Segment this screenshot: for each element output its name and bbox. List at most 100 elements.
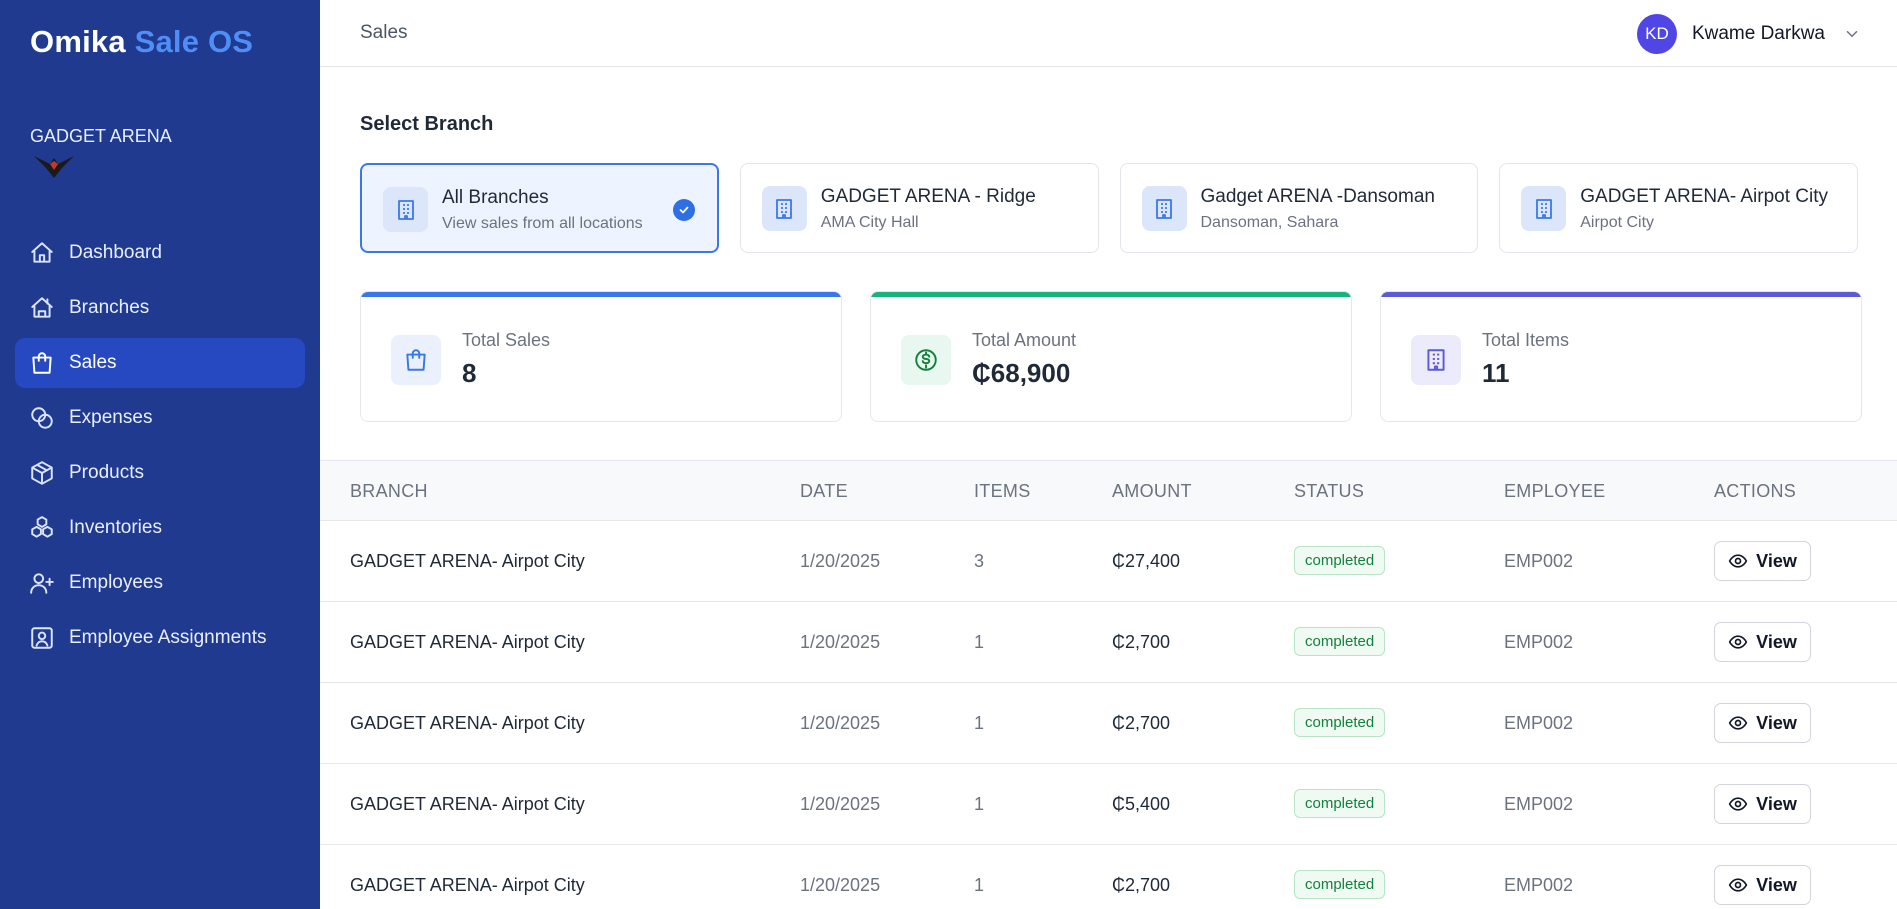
org-logo bbox=[34, 156, 74, 178]
sidebar-item-products[interactable]: Products bbox=[15, 448, 305, 498]
branch-name: Gadget ARENA -Dansoman bbox=[1200, 186, 1435, 207]
sidebar-item-branches[interactable]: Branches bbox=[15, 283, 305, 333]
branch-name: GADGET ARENA- Airpot City bbox=[1580, 186, 1829, 207]
column-header-actions: ACTIONS bbox=[1714, 481, 1797, 501]
cell-employee: EMP002 bbox=[1504, 875, 1574, 895]
cell-employee: EMP002 bbox=[1504, 713, 1574, 733]
cell-amount: ₵2,700 bbox=[1112, 875, 1171, 895]
stat-accent-bar bbox=[1381, 292, 1861, 297]
org-name: GADGET ARENA bbox=[30, 126, 172, 146]
eye-icon bbox=[1728, 554, 1748, 568]
status-badge: completed bbox=[1294, 708, 1386, 737]
column-header-status[interactable]: STATUS bbox=[1294, 481, 1364, 502]
column-header-items[interactable]: ITEMS bbox=[974, 481, 1031, 502]
shopping-bag-icon bbox=[32, 352, 52, 374]
check-icon bbox=[672, 199, 695, 221]
sidebar-item-dashboard[interactable]: Dashboard bbox=[15, 228, 305, 278]
sidebar: Omika Sale OS GADGET ARENA Dashboard Bra… bbox=[0, 0, 320, 909]
sidebar-item-inventories[interactable]: Inventories bbox=[15, 503, 305, 553]
stat-label: Total Items bbox=[1482, 330, 1570, 350]
cell-branch: GADGET ARENA- Airpot City bbox=[350, 794, 585, 814]
eye-icon bbox=[1728, 797, 1748, 811]
cell-items: 1 bbox=[974, 875, 985, 895]
cell-date: 1/20/2025 bbox=[800, 551, 881, 571]
cell-date: 1/20/2025 bbox=[800, 794, 881, 814]
view-button[interactable]: View bbox=[1714, 784, 1811, 824]
eye-icon bbox=[1728, 635, 1748, 649]
dollar-circle-icon bbox=[901, 335, 951, 385]
sidebar-item-label: Employee Assignments bbox=[69, 627, 267, 648]
cell-items: 1 bbox=[974, 632, 985, 652]
sidebar-item-label: Sales bbox=[69, 352, 117, 373]
column-header-date[interactable]: DATE bbox=[800, 481, 848, 502]
column-header-amount[interactable]: AMOUNT bbox=[1112, 481, 1192, 502]
view-button[interactable]: View bbox=[1714, 541, 1811, 581]
view-button[interactable]: View bbox=[1714, 622, 1811, 662]
cell-amount: ₵27,400 bbox=[1112, 551, 1181, 571]
table-row: GADGET ARENA- Airpot City 1/20/2025 1 ₵2… bbox=[320, 602, 1897, 683]
cell-employee: EMP002 bbox=[1504, 632, 1574, 652]
stat-accent-bar bbox=[361, 292, 841, 297]
sidebar-item-employees[interactable]: Employees bbox=[15, 558, 305, 608]
stat-card-total-sales: Total Sales 8 bbox=[360, 291, 842, 422]
sidebar-item-label: Employees bbox=[69, 572, 163, 593]
cell-items: 3 bbox=[974, 551, 985, 571]
boxes-icon bbox=[31, 516, 53, 538]
building-icon bbox=[383, 187, 428, 232]
view-button-label: View bbox=[1756, 712, 1797, 733]
cell-date: 1/20/2025 bbox=[800, 632, 881, 652]
view-button[interactable]: View bbox=[1714, 703, 1811, 743]
chevron-down-icon bbox=[1846, 31, 1858, 38]
coins-icon bbox=[31, 407, 53, 429]
sidebar-item-sales[interactable]: Sales bbox=[15, 338, 305, 388]
branch-selector: All Branches View sales from all locatio… bbox=[360, 163, 1858, 253]
stat-label: Total Amount bbox=[972, 330, 1077, 350]
sidebar-item-label: Expenses bbox=[69, 407, 153, 428]
stat-accent-bar bbox=[871, 292, 1351, 297]
home-icon bbox=[31, 242, 53, 263]
view-button-label: View bbox=[1756, 550, 1797, 571]
breadcrumb: Sales bbox=[360, 22, 408, 43]
cell-employee: EMP002 bbox=[1504, 794, 1574, 814]
top-header: Sales KD Kwame Darkwa bbox=[320, 0, 1897, 67]
sidebar-item-expenses[interactable]: Expenses bbox=[15, 393, 305, 443]
user-menu[interactable]: KD Kwame Darkwa bbox=[1636, 14, 1861, 54]
branch-location: Airpot City bbox=[1580, 214, 1655, 231]
select-branch-title: Select Branch bbox=[360, 113, 494, 135]
cell-amount: ₵5,400 bbox=[1112, 794, 1171, 814]
table-header: BRANCH DATE ITEMS AMOUNT STATUS EMPLOYEE… bbox=[320, 460, 1897, 521]
branch-location: AMA City Hall bbox=[820, 214, 919, 231]
building-icon bbox=[761, 186, 807, 231]
table-row: GADGET ARENA- Airpot City 1/20/2025 1 ₵2… bbox=[320, 683, 1897, 764]
status-badge: completed bbox=[1294, 789, 1386, 818]
status-badge: completed bbox=[1294, 870, 1386, 899]
sidebar-nav: Dashboard Branches Sales Expenses Produc… bbox=[15, 228, 305, 668]
stat-card-total-items: Total Items 11 bbox=[1380, 291, 1862, 422]
branch-card-all[interactable]: All Branches View sales from all locatio… bbox=[360, 163, 719, 253]
branch-location: View sales from all locations bbox=[442, 215, 643, 232]
branch-card-airport-city[interactable]: GADGET ARENA- Airpot City Airpot City bbox=[1499, 163, 1858, 253]
table-row: GADGET ARENA- Airpot City 1/20/2025 3 ₵2… bbox=[320, 521, 1897, 602]
view-button[interactable]: View bbox=[1714, 865, 1811, 905]
shopping-bag-icon bbox=[391, 335, 441, 385]
branch-card-dansoman[interactable]: Gadget ARENA -Dansoman Dansoman, Sahara bbox=[1119, 163, 1479, 253]
cell-branch: GADGET ARENA- Airpot City bbox=[350, 551, 585, 571]
id-badge-icon bbox=[31, 627, 53, 649]
sidebar-item-employee-assignments[interactable]: Employee Assignments bbox=[15, 613, 305, 663]
view-button-label: View bbox=[1756, 631, 1797, 652]
table-row: GADGET ARENA- Airpot City 1/20/2025 1 ₵2… bbox=[320, 845, 1897, 909]
column-header-branch[interactable]: BRANCH bbox=[350, 481, 428, 502]
branch-name: GADGET ARENA - Ridge bbox=[820, 186, 1036, 207]
column-header-employee[interactable]: EMPLOYEE bbox=[1504, 481, 1605, 502]
stat-value: 11 bbox=[1482, 358, 1510, 388]
stat-value: ₵68,900 bbox=[972, 358, 1071, 388]
table-row: GADGET ARENA- Airpot City 1/20/2025 1 ₵5… bbox=[320, 764, 1897, 845]
status-badge: completed bbox=[1294, 546, 1386, 575]
status-badge: completed bbox=[1294, 627, 1386, 656]
stats-row: Total Sales 8 Total Amount ₵68,900 Total… bbox=[360, 291, 1862, 422]
package-icon bbox=[31, 461, 53, 485]
stat-value: 8 bbox=[462, 358, 477, 388]
user-name: Kwame Darkwa bbox=[1691, 23, 1825, 44]
branch-card-ridge[interactable]: GADGET ARENA - Ridge AMA City Hall bbox=[739, 163, 1099, 253]
cell-date: 1/20/2025 bbox=[800, 713, 881, 733]
